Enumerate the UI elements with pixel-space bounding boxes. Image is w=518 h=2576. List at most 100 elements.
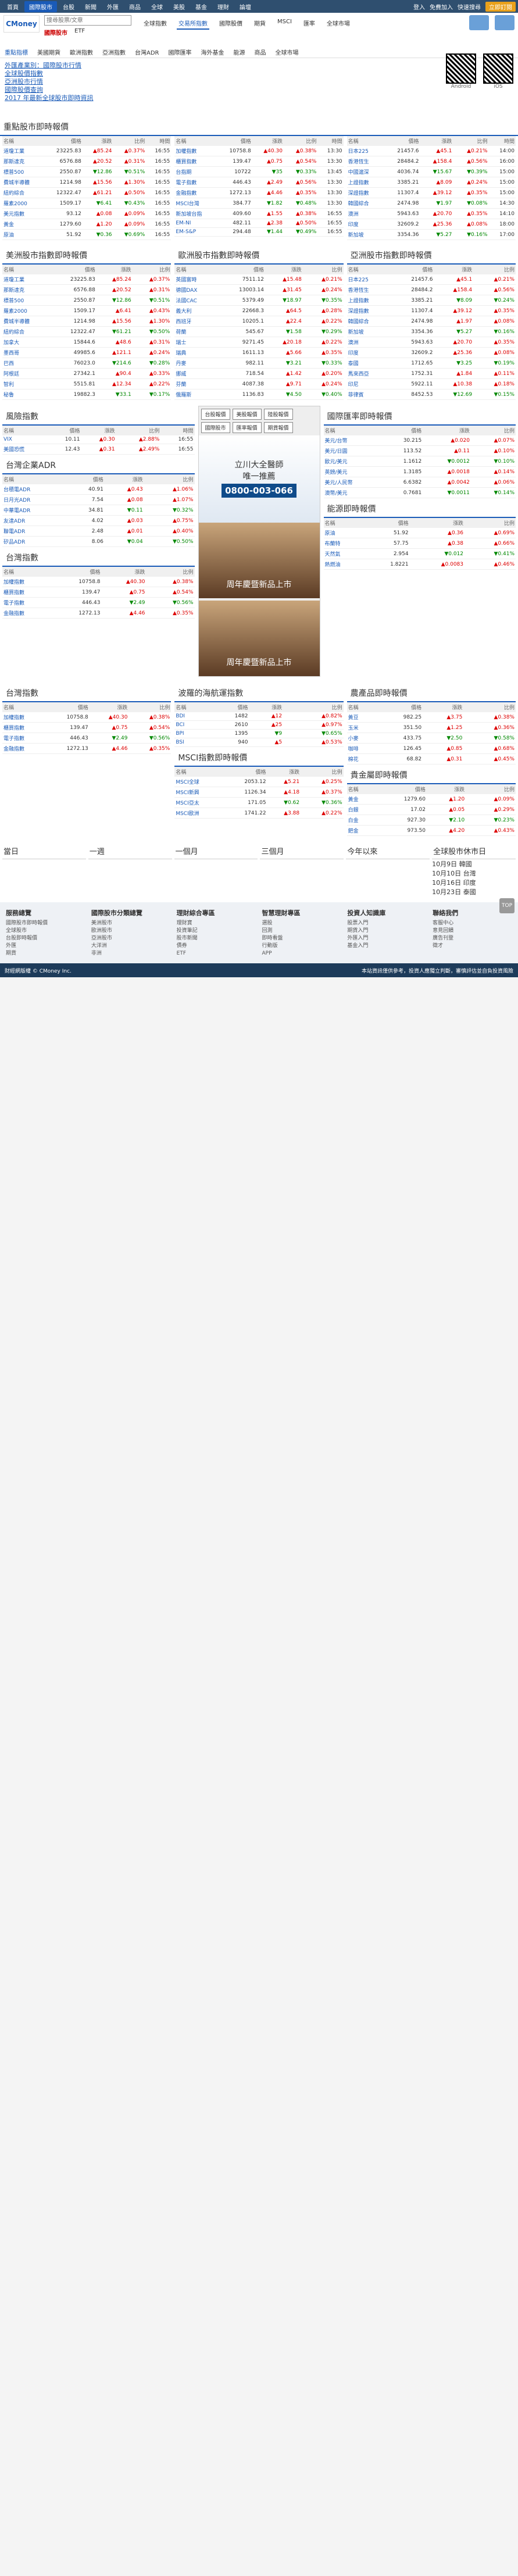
table-row[interactable]: EM-S&P 294.48 ▼1.44 ▼0.49% 16:55 <box>174 227 344 237</box>
footer-link[interactable]: 股市新聞 <box>177 935 256 942</box>
table-row[interactable]: 天然氣 2.954 ▼0.012 ▼0.41% <box>323 548 516 559</box>
table-row[interactable]: 歐元/美元 1.1612 ▼0.0012 ▼0.10% <box>323 456 516 467</box>
table-cell[interactable]: 印度 <box>346 219 383 230</box>
footer-link[interactable]: APP <box>262 950 341 957</box>
table-cell[interactable]: 瑞典 <box>174 347 217 358</box>
table-row[interactable]: 玉米 351.50 ▲1.25 ▲0.36% <box>346 722 516 733</box>
table-cell[interactable]: 櫃買指數 <box>174 156 217 167</box>
table-cell[interactable]: 紐約綜合 <box>2 326 51 337</box>
table-row[interactable]: 那斯達克 6576.88 ▲20.52 ▲0.31% <box>2 284 172 295</box>
table-row[interactable]: 瑞典 1611.13 ▲5.66 ▲0.35% <box>174 347 344 358</box>
table-row[interactable]: 馬來西亞 1752.31 ▲1.84 ▲0.11% <box>346 368 516 379</box>
table-cell[interactable]: 棉花 <box>346 753 376 764</box>
promo-link[interactable]: 全球股價指數 <box>5 70 94 78</box>
header-menu-item[interactable]: 期貨 <box>252 17 267 30</box>
sub-nav-item[interactable]: 國際匯率 <box>169 48 192 56</box>
footer-link[interactable]: 即時看盤 <box>262 935 341 942</box>
table-row[interactable]: 櫃買指數 139.47 ▲0.75 ▲0.54% <box>2 722 172 733</box>
footer-link[interactable]: ETF <box>177 950 256 957</box>
table-row[interactable]: 布蘭特 57.75 ▲0.38 ▲0.66% <box>323 538 516 549</box>
sub-nav-item[interactable]: 能源 <box>234 48 245 56</box>
ad-bed-2[interactable]: 周年慶暨新品上市 <box>198 601 320 676</box>
table-row[interactable]: 金融指數 1272.13 ▲4.46 ▲0.35% <box>2 608 195 619</box>
table-row[interactable]: 鈀金 973.50 ▲4.20 ▲0.43% <box>346 825 516 836</box>
table-row[interactable]: 香港恆生 28484.2 ▲158.4 ▲0.56% 16:00 <box>346 156 516 167</box>
table-cell[interactable]: 費城半導體 <box>2 177 44 188</box>
table-cell[interactable]: 丹麥 <box>174 358 217 369</box>
table-cell[interactable]: 德國DAX <box>174 284 217 295</box>
footer-link[interactable]: 廣告刊登 <box>433 935 512 942</box>
register-link[interactable]: 免費加入 <box>430 2 453 11</box>
table-row[interactable]: 白銀 17.02 ▲0.05 ▲0.29% <box>346 804 516 815</box>
table-row[interactable]: 美元/人民幣 6.6382 ▲0.0042 ▲0.06% <box>323 477 516 488</box>
table-cell[interactable]: 深證指數 <box>346 305 390 316</box>
table-row[interactable]: 加權指數 10758.8 ▲40.30 ▲0.38% <box>2 577 195 587</box>
footer-link[interactable]: 意見回饋 <box>433 927 512 935</box>
top-nav-item[interactable]: 新聞 <box>80 1 101 12</box>
table-cell[interactable]: 黃豆 <box>346 712 376 723</box>
table-row[interactable]: 阿根廷 27342.1 ▲90.4 ▲0.33% <box>2 368 172 379</box>
header-menu-item[interactable]: 全球指數 <box>142 17 169 30</box>
table-row[interactable]: 聯電ADR 2.48 ▲0.01 ▲0.40% <box>2 526 195 537</box>
table-cell[interactable]: 新加坡台指 <box>174 208 217 219</box>
table-cell[interactable]: 澳洲 <box>346 208 383 219</box>
table-cell[interactable]: BSI <box>174 738 208 747</box>
table-cell[interactable]: 巴西 <box>2 358 51 369</box>
table-cell[interactable]: 新加坡 <box>346 326 390 337</box>
sub-nav-item[interactable]: 海外基金 <box>201 48 224 56</box>
table-row[interactable]: 台指期 10722 ▼35 ▼0.33% 13:45 <box>174 166 344 177</box>
table-row[interactable]: MSCI全球 2053.12 ▲5.21 ▲0.25% <box>174 777 344 787</box>
table-row[interactable]: 棉花 68.82 ▲0.31 ▲0.45% <box>346 753 516 764</box>
header-menu-item[interactable]: 全球市場 <box>325 17 352 30</box>
table-cell[interactable]: 加拿大 <box>2 337 51 348</box>
top-nav-item[interactable]: 國際股市 <box>24 1 57 12</box>
table-row[interactable]: 費城半導體 1214.98 ▲15.56 ▲1.30% <box>2 316 172 327</box>
quick-search-link[interactable]: 快速搜尋 <box>458 2 481 11</box>
table-row[interactable]: 印度 32609.2 ▲25.36 ▲0.08% <box>346 347 516 358</box>
login-link[interactable]: 登入 <box>413 2 425 11</box>
table-row[interactable]: VIX 10.11 ▲0.30 ▲2.88% 16:55 <box>2 435 195 444</box>
table-row[interactable]: 印尼 5922.11 ▲10.38 ▲0.18% <box>346 378 516 390</box>
promo-link[interactable]: 2017 年最新全球股市即時資訊 <box>5 94 94 102</box>
table-cell[interactable]: 標普500 <box>2 166 44 177</box>
table-row[interactable]: 智利 5515.81 ▲12.34 ▲0.22% <box>2 378 172 390</box>
table-cell[interactable]: EM-S&P <box>174 227 217 237</box>
table-row[interactable]: 加拿大 15844.6 ▲48.6 ▲0.31% <box>2 337 172 348</box>
table-row[interactable]: 墨西哥 49985.6 ▲121.1 ▲0.24% <box>2 347 172 358</box>
table-row[interactable]: BDI 1482 ▲12 ▲0.82% <box>174 712 344 721</box>
sub-nav-item[interactable]: 商品 <box>255 48 266 56</box>
table-row[interactable]: 荷蘭 545.67 ▼1.58 ▼0.29% <box>174 326 344 337</box>
table-cell[interactable]: 香港恆生 <box>346 156 383 167</box>
table-cell[interactable]: 白銀 <box>346 804 375 815</box>
ad-quick-button[interactable]: 國際股市 <box>201 422 230 433</box>
footer-link[interactable]: 投資筆記 <box>177 927 256 935</box>
top-nav-item[interactable]: 全球 <box>147 1 167 12</box>
table-cell[interactable]: 智利 <box>2 378 51 390</box>
footer-link[interactable]: 外匯 <box>6 942 85 950</box>
table-row[interactable]: 櫃買指數 139.47 ▲0.75 ▲0.54% <box>2 587 195 598</box>
table-cell[interactable]: 玉米 <box>346 722 376 733</box>
table-cell[interactable]: 挪威 <box>174 368 217 379</box>
table-cell[interactable]: 金融指數 <box>2 743 45 754</box>
table-row[interactable]: 美元/日圓 113.52 ▲0.11 ▲0.10% <box>323 445 516 456</box>
qr-ios-icon[interactable] <box>483 53 513 84</box>
table-cell[interactable]: 泰國 <box>346 358 390 369</box>
table-row[interactable]: 道瓊工業 23225.83 ▲85.24 ▲0.37% <box>2 274 172 285</box>
table-cell[interactable]: 義大利 <box>174 305 217 316</box>
table-cell[interactable]: 中國滬深 <box>346 166 383 177</box>
table-cell[interactable]: 加權指數 <box>2 577 51 587</box>
table-row[interactable]: 小麥 433.75 ▼2.50 ▼0.58% <box>346 733 516 744</box>
promo-link[interactable]: 外匯產業別：國際股市行情 <box>5 62 94 70</box>
table-cell[interactable]: 櫃買指數 <box>2 587 51 598</box>
ad-quick-button[interactable]: 期貨報價 <box>263 422 293 433</box>
table-cell[interactable]: 澳洲 <box>346 337 390 348</box>
table-cell[interactable]: 香港恆生 <box>346 284 390 295</box>
table-row[interactable]: 挪威 718.54 ▲1.42 ▲0.20% <box>174 368 344 379</box>
table-cell[interactable]: 櫃買指數 <box>2 722 45 733</box>
table-cell[interactable]: 中華電ADR <box>2 505 67 516</box>
table-row[interactable]: MSCI台灣 384.77 ▼1.82 ▼0.48% 13:30 <box>174 198 344 209</box>
table-cell[interactable]: 英鎊/美元 <box>323 466 383 477</box>
sub-nav-item[interactable]: 歐洲指數 <box>70 48 93 56</box>
table-row[interactable]: 加權指數 10758.8 ▲40.30 ▲0.38% 13:30 <box>174 146 344 156</box>
table-cell[interactable]: 友達ADR <box>2 515 67 526</box>
